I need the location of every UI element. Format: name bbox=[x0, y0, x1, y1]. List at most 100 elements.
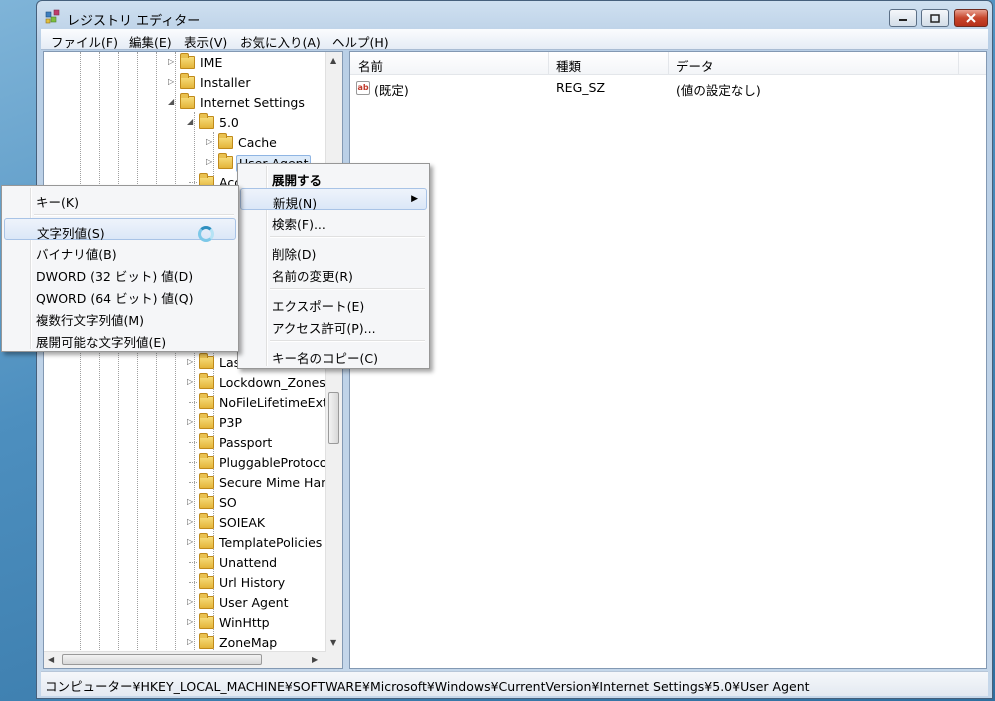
tree-node-label: WinHttp bbox=[219, 615, 270, 630]
tree-horizontal-scroll-thumb[interactable] bbox=[62, 654, 262, 665]
context-item-label: アクセス許可(P)... bbox=[272, 321, 376, 336]
collapsed-triangle-icon[interactable]: ▷ bbox=[187, 637, 195, 647]
column-header-name[interactable]: 名前 bbox=[358, 56, 383, 75]
column-header-data[interactable]: データ bbox=[676, 56, 714, 75]
title-bar[interactable]: レジストリ エディター bbox=[37, 1, 992, 31]
context-item-find[interactable]: 検索(F)... bbox=[240, 210, 427, 232]
close-button[interactable] bbox=[954, 9, 988, 27]
busy-cursor-icon bbox=[198, 226, 214, 242]
collapsed-triangle-icon[interactable]: ▷ bbox=[168, 57, 176, 67]
collapsed-triangle-icon[interactable]: ▷ bbox=[187, 597, 195, 607]
context-item-expand[interactable]: 展開する bbox=[240, 166, 427, 188]
scroll-left-icon[interactable]: ◀ bbox=[48, 655, 54, 664]
collapsed-triangle-icon[interactable]: ▷ bbox=[168, 77, 176, 87]
collapsed-triangle-icon[interactable]: ▷ bbox=[206, 157, 214, 167]
tree-guide-line bbox=[99, 52, 100, 668]
context-item-new[interactable]: 新規(N) ▶ bbox=[240, 188, 427, 211]
submenu-arrow-icon: ▶ bbox=[411, 194, 418, 204]
scrollbar-corner bbox=[326, 652, 342, 668]
context-item-label: 展開する bbox=[272, 173, 323, 188]
tree-connector-line bbox=[189, 182, 197, 183]
tree-guide-line bbox=[156, 52, 157, 668]
context-item-permissions[interactable]: アクセス許可(P)... bbox=[240, 314, 427, 336]
menu-favorites[interactable]: お気に入り(A) bbox=[240, 32, 321, 51]
scroll-up-icon[interactable]: ▲ bbox=[330, 56, 336, 65]
context-item-rename[interactable]: 名前の変更(R) bbox=[240, 262, 427, 284]
string-value-icon: ab bbox=[356, 81, 370, 95]
tree-node-label: Cache bbox=[238, 135, 277, 150]
tree-connector-line bbox=[189, 462, 197, 463]
folder-icon bbox=[199, 533, 214, 549]
column-header-type[interactable]: 種類 bbox=[556, 56, 581, 75]
tree-connector-line bbox=[189, 442, 197, 443]
maximize-button[interactable] bbox=[921, 9, 949, 27]
submenu-item-label: キー(K) bbox=[36, 195, 79, 210]
tree-node-label: Passport bbox=[219, 435, 273, 450]
collapsed-triangle-icon[interactable]: ▷ bbox=[187, 617, 195, 627]
folder-icon bbox=[180, 93, 195, 109]
column-header: 名前 種類 データ bbox=[350, 52, 986, 75]
tree-node-label: SO bbox=[219, 495, 237, 510]
submenu-item-key[interactable]: キー(K) bbox=[4, 188, 236, 210]
collapsed-triangle-icon[interactable]: ▷ bbox=[187, 537, 195, 547]
folder-icon bbox=[199, 633, 214, 649]
tree-guide-line bbox=[118, 52, 119, 668]
tree-guide-line bbox=[175, 52, 176, 668]
menu-help[interactable]: ヘルプ(H) bbox=[332, 32, 389, 51]
folder-icon bbox=[199, 573, 214, 589]
submenu-item-label: バイナリ値(B) bbox=[36, 247, 117, 262]
submenu-item-dword-value[interactable]: DWORD (32 ビット) 値(D) bbox=[4, 262, 236, 284]
tree-horizontal-scrollbar[interactable]: ◀ ▶ bbox=[44, 651, 326, 668]
context-item-copy-key-name[interactable]: キー名のコピー(C) bbox=[240, 344, 427, 366]
column-separator[interactable] bbox=[548, 52, 549, 74]
tree-node-label: IME bbox=[200, 55, 223, 70]
submenu-item-label: QWORD (64 ビット) 値(Q) bbox=[36, 291, 194, 306]
menu-edit[interactable]: 編集(E) bbox=[129, 32, 172, 51]
minimize-button[interactable] bbox=[889, 9, 917, 27]
collapsed-triangle-icon[interactable]: ▷ bbox=[187, 517, 195, 527]
menu-file[interactable]: ファイル(F) bbox=[51, 32, 118, 51]
tree-vertical-scroll-thumb[interactable] bbox=[328, 392, 339, 444]
tree-guide-line bbox=[80, 52, 81, 668]
tree-node-label: TemplatePolicies bbox=[219, 535, 323, 550]
column-separator[interactable] bbox=[668, 52, 669, 74]
collapsed-triangle-icon[interactable]: ▷ bbox=[187, 377, 195, 387]
context-item-label: 名前の変更(R) bbox=[272, 269, 353, 284]
value-data-cell: (値の設定なし) bbox=[676, 83, 761, 98]
registry-values-pane[interactable]: 名前 種類 データ ab (既定) REG_SZ (値の設定なし) bbox=[349, 51, 987, 669]
tree-guide-line bbox=[137, 52, 138, 668]
folder-icon bbox=[218, 133, 233, 149]
value-type-cell: REG_SZ bbox=[556, 80, 606, 95]
table-row[interactable]: ab (既定) REG_SZ (値の設定なし) bbox=[350, 78, 986, 98]
scroll-down-icon[interactable]: ▼ bbox=[330, 638, 336, 647]
close-icon bbox=[966, 13, 976, 23]
folder-icon bbox=[199, 413, 214, 429]
collapsed-triangle-icon[interactable]: ▷ bbox=[187, 417, 195, 427]
context-item-label: 削除(D) bbox=[272, 247, 317, 262]
folder-icon bbox=[199, 353, 214, 369]
tree-node-label: PluggableProtocols bbox=[219, 455, 338, 470]
tree-node-label: SOIEAK bbox=[219, 515, 266, 530]
menu-bar: ファイル(F) 編集(E) 表示(V) お気に入り(A) ヘルプ(H) bbox=[41, 29, 988, 50]
context-item-delete[interactable]: 削除(D) bbox=[240, 240, 427, 262]
submenu-item-label: 展開可能な文字列値(E) bbox=[36, 335, 167, 350]
expanded-triangle-icon[interactable]: ◢ bbox=[187, 117, 195, 127]
folder-icon bbox=[218, 153, 233, 169]
submenu-item-expandable-string-value[interactable]: 展開可能な文字列値(E) bbox=[4, 328, 236, 350]
folder-icon bbox=[199, 113, 214, 129]
collapsed-triangle-icon[interactable]: ▷ bbox=[187, 357, 195, 367]
scroll-right-icon[interactable]: ▶ bbox=[312, 655, 318, 664]
value-name-cell: (既定) bbox=[374, 83, 409, 98]
menu-view[interactable]: 表示(V) bbox=[184, 32, 227, 51]
column-separator[interactable] bbox=[958, 52, 959, 74]
submenu-item-multi-string-value[interactable]: 複数行文字列値(M) bbox=[4, 306, 236, 328]
folder-icon bbox=[199, 553, 214, 569]
submenu-item-qword-value[interactable]: QWORD (64 ビット) 値(Q) bbox=[4, 284, 236, 306]
context-item-label: 検索(F)... bbox=[272, 217, 326, 232]
context-item-export[interactable]: エクスポート(E) bbox=[240, 292, 427, 314]
expanded-triangle-icon[interactable]: ◢ bbox=[168, 97, 176, 107]
collapsed-triangle-icon[interactable]: ▷ bbox=[187, 497, 195, 507]
submenu-item-binary-value[interactable]: バイナリ値(B) bbox=[4, 240, 236, 262]
collapsed-triangle-icon[interactable]: ▷ bbox=[206, 137, 214, 147]
tree-connector-line bbox=[189, 582, 197, 583]
